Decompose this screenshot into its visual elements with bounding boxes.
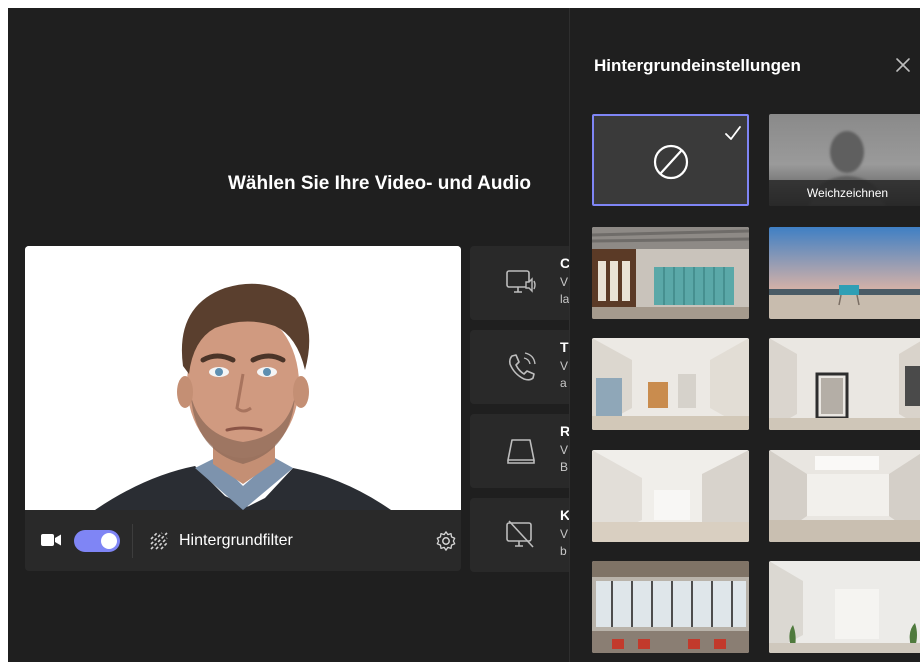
- phone-audio-icon: [508, 352, 536, 381]
- background-tile-blur[interactable]: Weichzeichnen: [769, 114, 920, 206]
- audio-option-computer[interactable]: C V la: [470, 246, 569, 320]
- background-tile-industrial-office[interactable]: [592, 561, 749, 653]
- audio-option-description: V b: [560, 527, 569, 558]
- background-filter-label[interactable]: Hintergrundfilter: [179, 532, 293, 550]
- toggle-knob: [101, 533, 117, 549]
- background-filter-icon[interactable]: [149, 531, 169, 551]
- video-controls-bar: Hintergrundfilter: [25, 510, 461, 571]
- camera-icon[interactable]: [41, 533, 61, 547]
- background-tile-gallery[interactable]: [592, 450, 749, 542]
- audio-option-phone[interactable]: T V a: [470, 330, 569, 404]
- audio-option-title: K: [560, 507, 569, 523]
- gear-icon[interactable]: [435, 530, 457, 552]
- background-tile-studio[interactable]: [769, 450, 920, 542]
- loft-office-image: [592, 227, 749, 319]
- audio-option-title: T: [560, 339, 569, 355]
- video-preview-card: Hintergrundfilter: [25, 246, 461, 571]
- computer-audio-icon: [506, 270, 536, 293]
- background-tile-plant-room[interactable]: [769, 561, 920, 653]
- audio-option-description: V a: [560, 359, 569, 390]
- no-audio-icon: [506, 520, 534, 548]
- self-video-image: [25, 246, 461, 510]
- room-audio-icon: [507, 439, 535, 464]
- panel-title: Hintergrundeinstellungen: [594, 56, 801, 75]
- camera-toggle[interactable]: [74, 530, 120, 552]
- background-tile-beach[interactable]: [769, 227, 920, 319]
- audio-option-title: C: [560, 255, 569, 271]
- industrial-office-image: [592, 561, 749, 653]
- plant-room-image: [769, 561, 920, 653]
- none-icon: [653, 144, 689, 180]
- blur-caption: Weichzeichnen: [769, 180, 920, 206]
- mirror-room-image: [769, 338, 920, 430]
- teams-prejoin-window: Wählen Sie Ihre Video- und Audio Hinterg…: [8, 8, 920, 662]
- background-tile-loft-office[interactable]: [592, 227, 749, 319]
- divider: [132, 524, 133, 558]
- background-settings-panel: Hintergrundeinstellungen Weichzeichnen: [569, 8, 920, 662]
- studio-image: [769, 450, 920, 542]
- bright-room-image: [592, 338, 749, 430]
- background-tile-mirror-room[interactable]: [769, 338, 920, 430]
- audio-option-title: R: [560, 423, 569, 439]
- prejoin-title: Wählen Sie Ihre Video- und Audio: [228, 173, 531, 194]
- audio-option-none[interactable]: K V b: [470, 498, 569, 572]
- check-icon: [725, 126, 741, 140]
- self-video-preview: [25, 246, 461, 510]
- background-tile-none[interactable]: [592, 114, 749, 206]
- background-tile-bright-room[interactable]: [592, 338, 749, 430]
- prejoin-main-area: Wählen Sie Ihre Video- und Audio Hinterg…: [8, 8, 569, 662]
- gallery-image: [592, 450, 749, 542]
- audio-option-description: V la: [560, 275, 569, 306]
- close-icon[interactable]: [892, 54, 914, 76]
- audio-option-room[interactable]: R V B: [470, 414, 569, 488]
- beach-image: [769, 227, 920, 319]
- audio-option-description: V B: [560, 443, 569, 474]
